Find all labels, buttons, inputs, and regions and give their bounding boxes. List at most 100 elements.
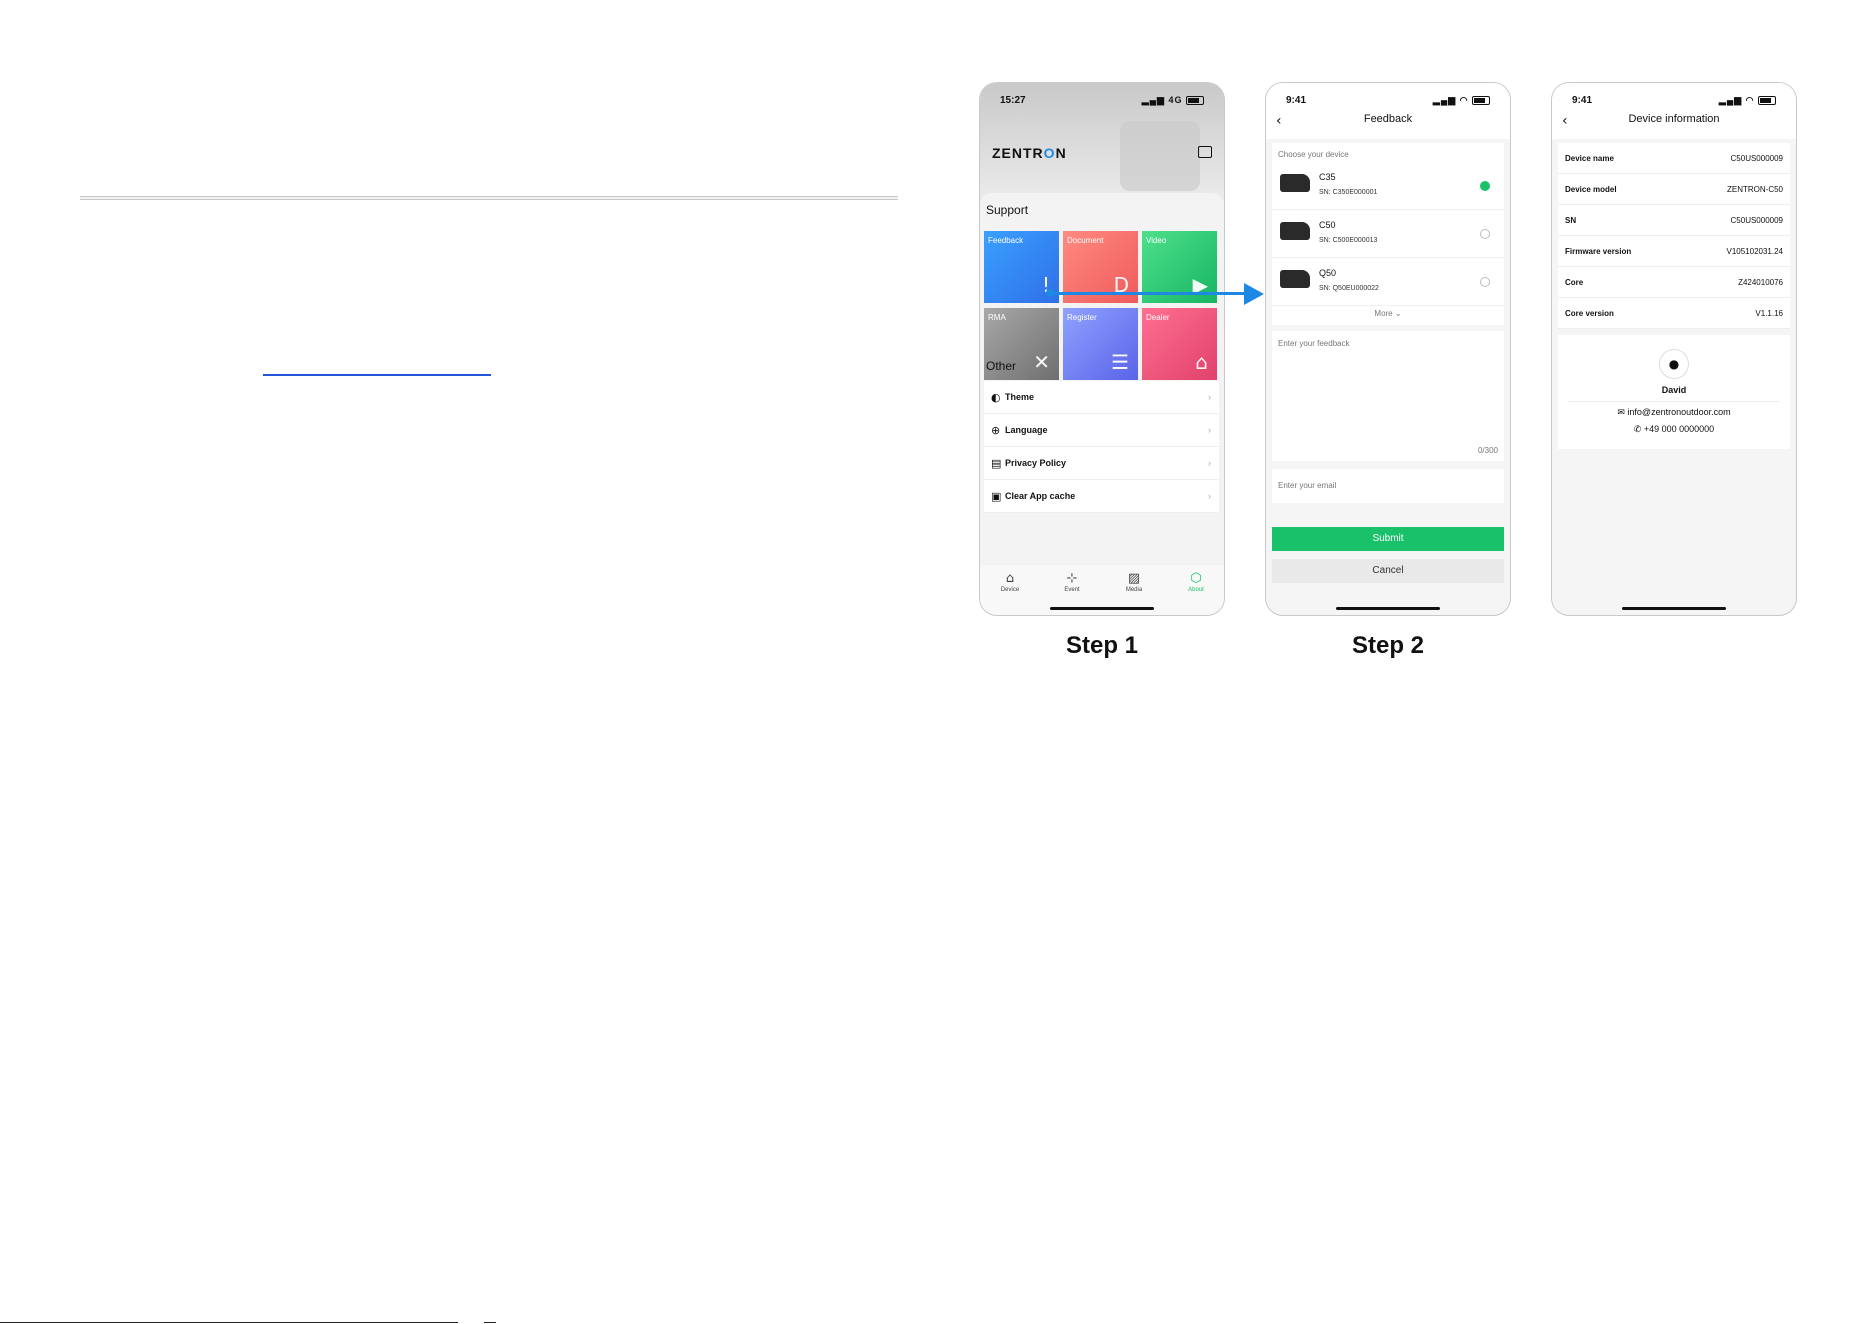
- content-area: Support Feedback! Document D Video ▶ RMA ✕ Regi…: [980, 193, 1224, 573]
- email-input[interactable]: Enter your email: [1272, 469, 1504, 503]
- list-item-label: Theme: [1005, 392, 1035, 402]
- tile-label: Dealer: [1146, 313, 1170, 322]
- tile-label: Document: [1067, 236, 1104, 245]
- list-icon: ☰: [1111, 350, 1129, 374]
- back-icon[interactable]: ‹: [1276, 113, 1282, 129]
- battery-icon: [1758, 96, 1776, 106]
- contact-card: ● David ✉ info@zentronoutdoor.com ✆ +49 …: [1558, 335, 1790, 449]
- list-item-label: Privacy Policy: [1005, 458, 1067, 468]
- tile-dealer[interactable]: Dealer ⌂: [1142, 308, 1217, 380]
- list-item-privacy-policy[interactable]: ▤ Privacy Policy ›: [984, 447, 1219, 480]
- list-item-clear-app-cache[interactable]: ▣ Clear App cache ›: [984, 480, 1219, 513]
- device-option-q50[interactable]: Q50 SN: Q50EU000022: [1272, 257, 1504, 306]
- network-label: 4G: [1168, 95, 1183, 105]
- tile-label: RMA: [988, 313, 1006, 322]
- feedback-placeholder: Enter your feedback: [1278, 339, 1350, 348]
- list-item-language[interactable]: ⊕ Language ›: [984, 414, 1219, 447]
- submit-button[interactable]: Submit: [1272, 527, 1504, 551]
- contact-email[interactable]: ✉ info@zentronoutdoor.com: [1558, 407, 1790, 418]
- brand-logo: ZENTRON: [992, 145, 1067, 161]
- device-sn: SN: C350E000001: [1319, 189, 1378, 196]
- home-indicator: [1336, 607, 1440, 610]
- info-key: SN: [1565, 215, 1577, 225]
- device-sn: SN: C500E000013: [1319, 237, 1378, 244]
- radio-icon[interactable]: [1480, 229, 1490, 239]
- media-icon: ▨: [1127, 571, 1141, 586]
- chevron-right-icon: ›: [1208, 491, 1211, 501]
- device-sn: SN: Q50EU000022: [1319, 285, 1379, 292]
- other-title: Other: [986, 359, 1017, 373]
- globe-icon: ⊕: [991, 423, 1001, 437]
- tab-label: Device: [1000, 587, 1020, 593]
- tab-media[interactable]: ▨ Media: [1114, 571, 1154, 593]
- device-chooser: Choose your device C35 SN: C350E000001 C50…: [1272, 143, 1504, 325]
- list-item-label: Clear App cache: [1005, 491, 1076, 501]
- about-icon: ⬡: [1190, 571, 1202, 586]
- device-icon: ⌂: [1005, 571, 1015, 586]
- policy-icon: ▤: [991, 456, 1002, 470]
- contact-phone[interactable]: ✆ +49 000 0000000: [1558, 424, 1790, 435]
- status-icons: ▂▄▆ ◠: [1719, 95, 1776, 106]
- device-option-c35[interactable]: C35 SN: C350E000001: [1272, 161, 1504, 210]
- feedback-textarea[interactable]: Enter your feedback 0/300: [1272, 331, 1504, 461]
- more-label: More: [1374, 309, 1393, 318]
- info-key: Core version: [1565, 308, 1614, 318]
- nav-header: ‹ Device information: [1552, 113, 1796, 137]
- arrow-head-icon: [1244, 283, 1264, 305]
- info-key: Firmware version: [1565, 246, 1632, 256]
- tab-event[interactable]: ⊹ Event: [1052, 571, 1092, 593]
- chevron-right-icon: ›: [1208, 392, 1211, 402]
- divider: [1568, 401, 1780, 402]
- footer-line-short: [484, 1322, 496, 1323]
- avatar-icon: ●: [1659, 349, 1689, 379]
- device-name: C50: [1319, 220, 1336, 230]
- status-icons: ▂▄▆ ◠: [1433, 95, 1490, 106]
- device-name: Q50: [1319, 268, 1337, 278]
- page-title: Feedback: [1363, 113, 1413, 125]
- radio-icon[interactable]: [1480, 181, 1490, 191]
- step-2-label: Step 2: [1351, 632, 1425, 659]
- list-item-theme[interactable]: ◐ Theme ›: [984, 381, 1219, 414]
- contact-name: David: [1661, 385, 1687, 395]
- radio-icon[interactable]: [1480, 277, 1490, 287]
- tab-label: Media: [1125, 587, 1143, 593]
- tab-device[interactable]: ⌂ Device: [990, 571, 1030, 593]
- logo-part: O: [1043, 145, 1056, 161]
- tile-label: Feedback: [988, 236, 1024, 245]
- tab-label: About: [1188, 587, 1204, 593]
- flow-arrow: [1049, 292, 1245, 295]
- tab-about[interactable]: ⬡ About: [1176, 571, 1216, 593]
- logo-part: N: [1055, 145, 1067, 161]
- info-value: V105102031.24: [1726, 246, 1784, 256]
- status-time: 9:41: [1572, 95, 1593, 106]
- device-thumbnail: [1280, 270, 1310, 288]
- tab-label: Event: [1064, 587, 1080, 593]
- status-icons: ▂▄▆ 4G: [1142, 95, 1204, 106]
- message-icon[interactable]: [1198, 146, 1212, 158]
- phone-about-screen: 15:27 ▂▄▆ 4G ZENTRON Support Feedback! Do…: [979, 82, 1225, 616]
- chevron-right-icon: ›: [1208, 425, 1211, 435]
- back-icon[interactable]: ‹: [1562, 113, 1568, 129]
- home-indicator: [1050, 607, 1154, 610]
- info-row: Firmware version V105102031.24: [1558, 236, 1790, 267]
- info-key: Device name: [1565, 153, 1614, 163]
- link-underline[interactable]: [263, 374, 491, 376]
- tile-register[interactable]: Register ☰: [1063, 308, 1138, 380]
- cancel-button[interactable]: Cancel: [1272, 559, 1504, 583]
- home-indicator: [1622, 607, 1726, 610]
- phone-text: +49 000 0000000: [1643, 424, 1715, 434]
- tile-label: Register: [1067, 313, 1097, 322]
- other-list: ◐ Theme › ⊕ Language › ▤ Privacy Policy › ▣ Clear …: [984, 381, 1219, 513]
- theme-icon: ◐: [991, 390, 1001, 404]
- store-icon: ⌂: [1195, 350, 1208, 374]
- status-bar: 9:41 ▂▄▆ ◠: [1266, 95, 1510, 109]
- info-row: Core version V1.1.16: [1558, 298, 1790, 329]
- device-option-c50[interactable]: C50 SN: C500E000013: [1272, 209, 1504, 258]
- step-1-label: Step 1: [1065, 632, 1139, 659]
- phone-feedback-screen: 9:41 ▂▄▆ ◠ ‹ Feedback Choose your device…: [1265, 82, 1511, 616]
- device-name: C35: [1319, 172, 1336, 182]
- device-thumbnail: [1280, 222, 1310, 240]
- page-title: Device information: [1628, 113, 1720, 125]
- more-button[interactable]: More ⌄: [1272, 309, 1504, 318]
- mail-icon: ✉: [1617, 408, 1625, 418]
